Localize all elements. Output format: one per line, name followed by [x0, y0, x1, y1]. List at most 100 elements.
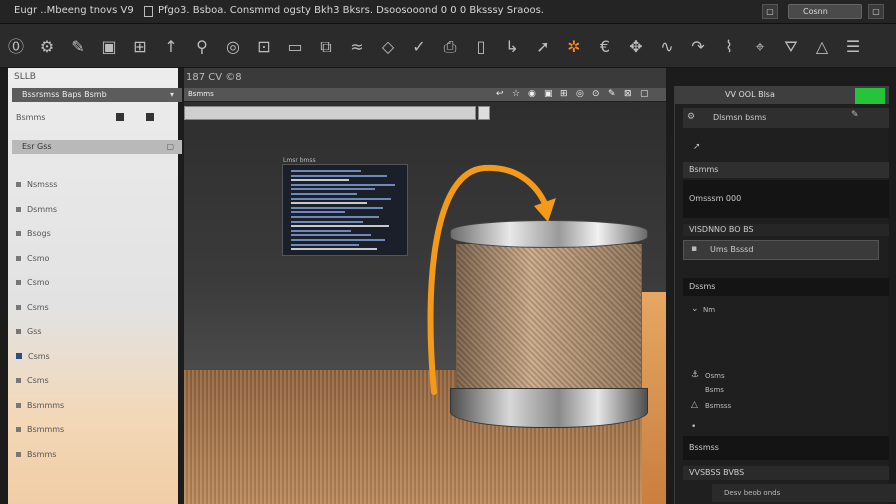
viewport-tab-label[interactable]: Bsmms	[188, 90, 214, 98]
viewport-tool-icon[interactable]: ✎	[608, 89, 616, 99]
option-dropdown[interactable]: Ums Bsssd	[683, 240, 879, 260]
pen-icon[interactable]: ✎	[851, 110, 859, 120]
viewport-tool-icon[interactable]: ▢	[640, 89, 649, 99]
bullet-icon	[16, 329, 21, 334]
redo-icon[interactable]: ↷	[688, 37, 708, 57]
window-button-right[interactable]: ▢	[868, 4, 884, 19]
zero-icon[interactable]: ⓪	[6, 37, 26, 57]
section-header[interactable]: Dssms	[683, 278, 889, 296]
status-bar: Desv beob onds	[712, 484, 896, 502]
left-panel-item-label: Dsmms	[27, 204, 58, 214]
bullet-icon	[16, 231, 21, 236]
wave-icon[interactable]: ≈	[347, 37, 367, 57]
left-panel-header[interactable]: Bssrsmss Baps Bsmb ▾	[12, 88, 182, 102]
left-panel-item[interactable]: Dsmms	[16, 205, 57, 214]
bullet-icon	[16, 280, 21, 285]
right-panel-row-label: Dlsmsn bsms	[713, 113, 767, 122]
left-panel-title: SLLB	[14, 72, 36, 82]
grid-icon[interactable]: ⊞	[130, 37, 150, 57]
section-header[interactable]: Bssmss	[683, 436, 889, 460]
chevron-down-icon[interactable]: ▾	[170, 88, 174, 102]
dot-icon: •	[691, 422, 697, 432]
section-header[interactable]: VISDNNO BO BS	[683, 224, 889, 236]
viewport-tool-icon[interactable]: ◉	[528, 89, 536, 99]
viewport-tool-icon[interactable]: ▣	[544, 89, 553, 99]
left-panel-item[interactable]: Csmo	[16, 254, 49, 263]
printer-icon[interactable]: ⎙	[440, 37, 460, 57]
title-search-button[interactable]: Cosnn	[788, 4, 862, 19]
section-header[interactable]: Omsssm 000	[683, 180, 889, 218]
window-button-left[interactable]: ▢	[762, 4, 778, 19]
left-panel-item[interactable]: Csmo	[16, 278, 49, 287]
spark-icon[interactable]: ✲	[564, 37, 584, 57]
frame-icon[interactable]: ▣	[99, 37, 119, 57]
viewport-tool-icon[interactable]: ⊠	[624, 89, 632, 99]
left-panel-item-label: Csms	[28, 351, 50, 361]
right-panel: VV OOL Blsa Dlsmsn bsms ⚙ ✎ ➚ Bsmms Omss…	[674, 86, 889, 504]
viewport-tabbar: Bsmms ↩ ☆ ◉ ▣ ⊞ ◎ ⊙ ✎ ⊠ ▢	[184, 88, 666, 102]
document-icon	[144, 6, 153, 17]
curve-icon[interactable]: ∿	[657, 37, 677, 57]
left-panel-item[interactable]: Bsmmms	[16, 401, 64, 410]
bullet-icon	[16, 402, 21, 408]
chevron-down-icon[interactable]: ▢	[166, 140, 174, 154]
arrow-up-icon[interactable]: ↑	[161, 37, 181, 57]
ring-icon[interactable]: ◎	[223, 37, 243, 57]
viewport-tool-icon[interactable]: ⊞	[560, 89, 568, 99]
diamond-icon[interactable]: ◇	[378, 37, 398, 57]
left-panel-item[interactable]: Bsmms	[16, 450, 56, 459]
left-panel-item-label: Csmo	[27, 253, 50, 263]
gear-icon[interactable]: ⚙	[37, 37, 57, 57]
bullet-icon	[16, 304, 21, 310]
left-panel-item-label: Nsmsss	[27, 180, 58, 189]
page-icon[interactable]: ▯	[471, 37, 491, 57]
square-icon[interactable]	[116, 113, 124, 121]
cursor-icon[interactable]: ➚	[533, 37, 553, 57]
section-header[interactable]: VVSBSS BVBS	[683, 466, 889, 480]
left-panel-subheader[interactable]: Esr Gss ▢	[12, 140, 182, 154]
app-title: Eugr ..Mbeeng tnovs V9	[14, 5, 134, 16]
section-header[interactable]: Bsmms	[683, 162, 889, 178]
move-icon[interactable]: ✥	[626, 37, 646, 57]
square-icon[interactable]: ▪	[691, 244, 697, 254]
settings-icon[interactable]: ⚙	[687, 112, 695, 122]
left-panel-item[interactable]: Nsmsss	[16, 180, 57, 189]
left-panel-item[interactable]: Csms	[16, 303, 49, 312]
triangle-icon[interactable]: △	[691, 400, 698, 410]
hook-icon[interactable]: ↳	[502, 37, 522, 57]
left-panel-item[interactable]: Bsmmms	[16, 425, 64, 434]
pin-icon[interactable]: ⌖	[750, 37, 770, 57]
viewport-tool-icon[interactable]: ☆	[512, 89, 520, 99]
stack-icon[interactable]: ☰	[843, 37, 863, 57]
left-panel-main-item[interactable]: Bsmms	[16, 113, 45, 122]
left-panel-header-label: Bssrsmss Baps Bsmb	[22, 90, 107, 99]
euro-icon[interactable]: €	[595, 37, 615, 57]
left-panel-item[interactable]: Gss	[16, 327, 42, 336]
address-field[interactable]	[184, 106, 476, 120]
layers-icon[interactable]: ⧉	[316, 37, 336, 57]
chevron-down-icon[interactable]: ⌄	[691, 304, 699, 314]
viewport-tool-icon[interactable]: ⊙	[592, 89, 600, 99]
filter-icon[interactable]: ⌇	[719, 37, 739, 57]
check-icon[interactable]: ✓	[409, 37, 429, 57]
status-indicator[interactable]	[855, 88, 885, 104]
viewport-tool-icon[interactable]: ↩	[496, 89, 504, 99]
square-icon[interactable]	[146, 113, 154, 121]
property-label: Nm	[703, 306, 716, 314]
address-go-button[interactable]	[478, 106, 490, 120]
left-panel-item[interactable]: Csms	[16, 376, 49, 385]
link-icon[interactable]: ⚲	[192, 37, 212, 57]
3d-viewport[interactable]: Lmsr bmss	[184, 102, 666, 504]
viewport-tool-icon[interactable]: ◎	[576, 89, 584, 99]
anchor-icon[interactable]: ⚓	[691, 370, 699, 380]
left-panel-item-label: Gss	[27, 327, 42, 336]
camera-icon[interactable]: ⊡	[254, 37, 274, 57]
triangle-icon[interactable]: △	[812, 37, 832, 57]
left-panel-item[interactable]: Bsogs	[16, 229, 51, 238]
bucket-icon[interactable]: ⛛	[781, 37, 801, 57]
box-icon[interactable]: ▭	[285, 37, 305, 57]
pen-icon[interactable]: ✎	[68, 37, 88, 57]
left-panel-item-label: Csms	[27, 302, 49, 312]
left-panel-item[interactable]: Csms	[16, 352, 50, 361]
cursor-icon[interactable]: ➚	[693, 142, 701, 152]
